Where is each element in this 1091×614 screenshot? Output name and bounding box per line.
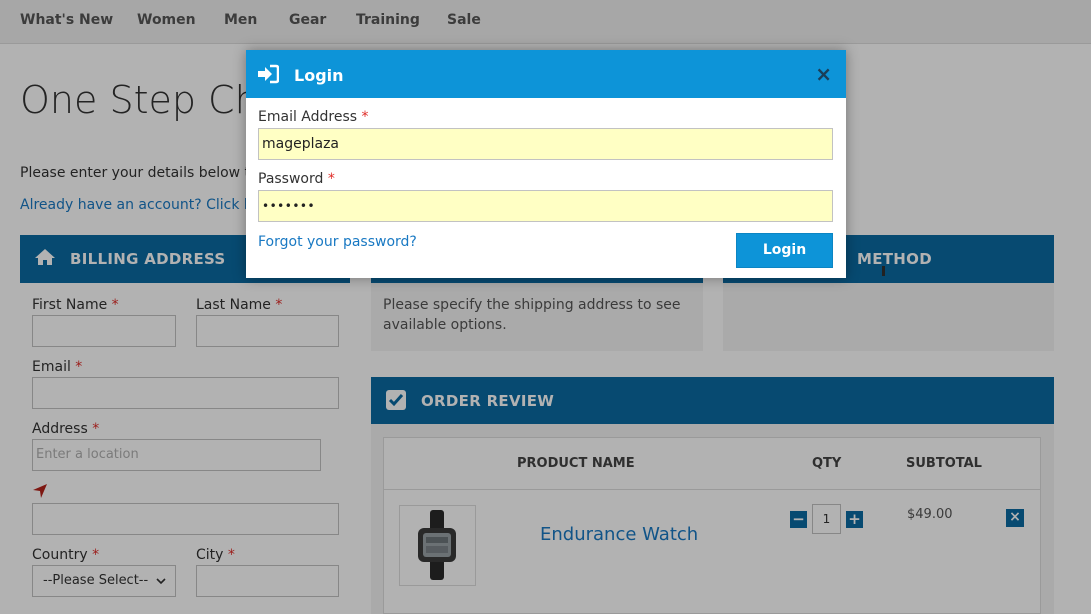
login-button[interactable]: Login [736,233,833,268]
password-input[interactable]: ••••••• [258,190,833,222]
email-address-label: Email Address * [258,109,369,125]
close-icon[interactable]: × [815,62,832,86]
forgot-password-link[interactable]: Forgot your password? [258,234,417,250]
text-cursor-icon [882,266,885,276]
sign-in-icon [257,64,280,88]
login-modal-header: Login × [246,50,846,98]
email-address-input[interactable]: mageplaza [258,128,833,160]
login-modal: Login × Email Address * mageplaza Passwo… [246,50,846,278]
password-label: Password * [258,171,335,187]
login-modal-title: Login [294,66,344,85]
